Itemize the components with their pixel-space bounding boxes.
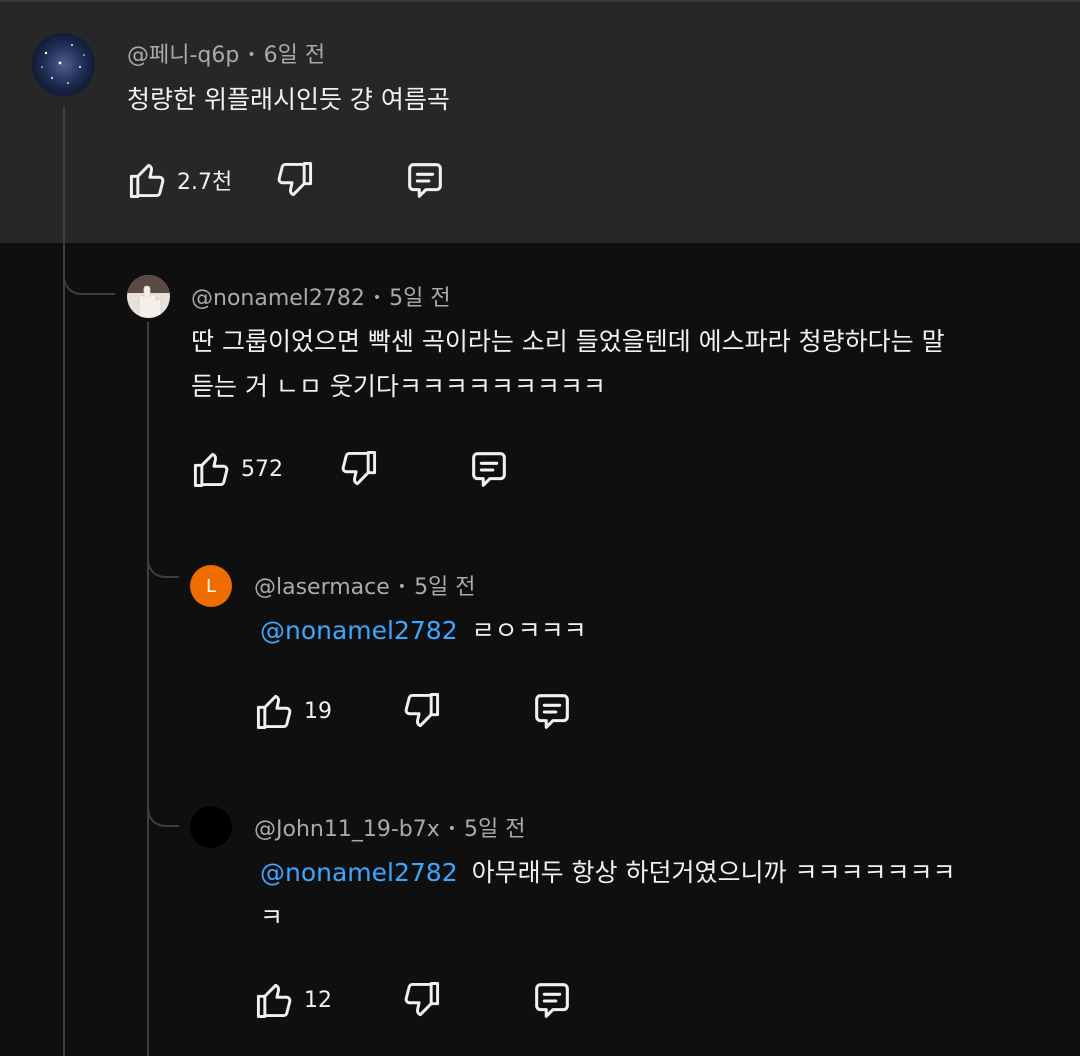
comment-meta: @nonamel2782 • 5일 전 xyxy=(191,280,451,312)
thumbs-up-icon xyxy=(252,689,296,733)
comment-text: @nonamel2782 ㄹㅇㅋㅋㅋ xyxy=(260,608,587,653)
timestamp: 6일 전 xyxy=(263,43,326,68)
comment-text-line: 듣는 거 ㄴㅁ 웃기다ㅋㅋㅋㅋㅋㅋㅋㅋㅋ xyxy=(191,372,606,401)
reply-comment-icon xyxy=(466,447,512,493)
avatar[interactable] xyxy=(127,275,170,318)
comment-text: 청량한 위플래시인듯 걍 여름곡 xyxy=(127,85,450,114)
thread-connector xyxy=(63,243,115,295)
comment-text-content: 아무래두 항상 하던거였으니까 ㅋㅋㅋㅋㅋㅋㅋ xyxy=(471,858,956,887)
reply-button[interactable] xyxy=(466,447,512,493)
comment-meta: @페니-q6p • 6일 전 xyxy=(127,37,325,69)
comment-text: 딴 그룹이었으면 빡센 곡이라는 소리 들었을텐데 에스파라 청량하다는 말 듣… xyxy=(191,319,945,409)
author-name[interactable]: @페니-q6p xyxy=(127,43,239,68)
thumbs-down-icon xyxy=(337,447,381,491)
like-button[interactable]: 12 xyxy=(252,978,332,1022)
timestamp: 5일 전 xyxy=(464,817,526,842)
comment-text-line: 딴 그룹이었으면 빡센 곡이라는 소리 들었을텐데 에스파라 청량하다는 말 xyxy=(191,327,945,356)
thread-line xyxy=(63,106,65,246)
dislike-button[interactable] xyxy=(337,447,381,491)
timestamp: 5일 전 xyxy=(389,286,451,311)
thumbs-down-icon xyxy=(400,689,444,733)
hand-gesture-avatar-image xyxy=(127,275,170,318)
dislike-button[interactable] xyxy=(400,689,444,733)
like-count: 2.7천 xyxy=(177,170,233,195)
like-button[interactable]: 572 xyxy=(189,447,283,491)
avatar-letter: L xyxy=(205,575,217,597)
comment-text-content: ㄹㅇㅋㅋㅋ xyxy=(471,616,587,645)
like-count: 19 xyxy=(304,698,332,724)
reply-comment-icon xyxy=(402,158,448,204)
like-count: 12 xyxy=(304,987,332,1013)
reply-button[interactable] xyxy=(529,978,575,1024)
mention-link[interactable]: @nonamel2782 xyxy=(260,616,458,645)
thumbs-up-icon xyxy=(252,978,296,1022)
avatar[interactable]: L xyxy=(190,565,232,607)
avatar[interactable] xyxy=(190,806,232,848)
timestamp: 5일 전 xyxy=(414,575,476,600)
comment-thread-screen: @페니-q6p • 6일 전 청량한 위플래시인듯 걍 여름곡 2.7천 @nona… xyxy=(0,0,1080,1056)
like-button[interactable]: 2.7천 xyxy=(125,158,232,202)
author-name[interactable]: @John11_19-b7x xyxy=(254,817,440,842)
comment-text: @nonamel2782 아무래두 항상 하던거였으니까 ㅋㅋㅋㅋㅋㅋㅋ ㅋ xyxy=(260,850,955,940)
meta-separator: • xyxy=(447,821,457,837)
thread-connector xyxy=(147,785,179,827)
comment-text-line: @nonamel2782 아무래두 항상 하던거였으니까 ㅋㅋㅋㅋㅋㅋㅋ xyxy=(260,850,955,895)
thread-connector xyxy=(147,540,179,578)
like-button[interactable]: 19 xyxy=(252,689,332,733)
comment-meta: @lasermace • 5일 전 xyxy=(254,569,476,601)
thread-line xyxy=(147,322,149,1056)
galaxy-avatar-image xyxy=(32,33,95,96)
author-name[interactable]: @lasermace xyxy=(254,575,390,600)
thumbs-down-icon xyxy=(273,158,317,202)
thumbs-up-icon xyxy=(125,158,169,202)
meta-separator: • xyxy=(397,579,407,595)
thumbs-down-icon xyxy=(400,978,444,1022)
dislike-button[interactable] xyxy=(273,158,317,202)
comment-meta: @John11_19-b7x • 5일 전 xyxy=(254,811,526,843)
reply-button[interactable] xyxy=(402,158,448,204)
dislike-button[interactable] xyxy=(400,978,444,1022)
reply-button[interactable] xyxy=(529,689,575,735)
like-count: 572 xyxy=(241,456,283,482)
author-name[interactable]: @nonamel2782 xyxy=(191,286,365,311)
reply-comment-icon xyxy=(529,689,575,735)
mention-link[interactable]: @nonamel2782 xyxy=(260,858,458,887)
meta-separator: • xyxy=(247,47,256,63)
comment-text-line: ㅋ xyxy=(260,903,284,932)
avatar[interactable] xyxy=(32,33,95,96)
meta-separator: • xyxy=(372,290,382,306)
reply-comment-icon xyxy=(529,978,575,1024)
thumbs-up-icon xyxy=(189,447,233,491)
thread-line xyxy=(63,243,65,1056)
